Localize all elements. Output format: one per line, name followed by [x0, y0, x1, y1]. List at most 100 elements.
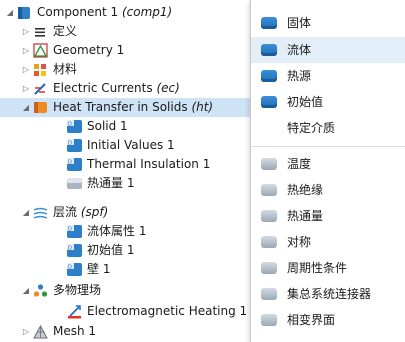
em-heating-icon: [66, 304, 82, 320]
solid-label: Solid 1: [87, 119, 128, 133]
geometry-icon: [32, 43, 48, 59]
menu-item-symmetry[interactable]: 对称: [251, 229, 405, 255]
model-tree: ◢ Component 1 (comp1) ▷ 定义 ▷ Geometry 1 …: [0, 0, 250, 342]
expand-arrow-icon[interactable]: ▷: [20, 22, 32, 41]
tree-node-laminar-flow[interactable]: ◢ 层流 (spf): [20, 203, 108, 222]
boundary-feature-icon: [261, 158, 277, 170]
electric-currents-label: Electric Currents: [53, 81, 153, 95]
tree-node-mesh[interactable]: ▷ Mesh 1: [20, 322, 96, 341]
definitions-label: 定义: [53, 24, 78, 38]
menu-item-label: 相变界面: [287, 313, 336, 327]
expand-arrow-icon[interactable]: ▷: [20, 79, 32, 98]
menu-item-lumped-connector[interactable]: 集总系统连接器: [251, 281, 405, 307]
tree-node-multiphysics[interactable]: ◢ 多物理场: [20, 281, 101, 300]
menu-separator: [251, 146, 405, 147]
menu-item-solid[interactable]: 固体: [251, 10, 405, 36]
menu-item-specific-media[interactable]: 特定介质: [251, 115, 405, 141]
collapse-arrow-icon[interactable]: ◢: [20, 203, 32, 222]
domain-node-icon: D: [66, 138, 82, 154]
laminar-flow-icon: [32, 205, 48, 221]
initial-values-cn-label: 初始值 1: [87, 243, 135, 257]
domain-node-icon: D: [66, 224, 82, 240]
menu-item-label: 热绝缘: [287, 183, 324, 197]
wall-label: 壁 1: [87, 262, 111, 276]
menu-item-label: 热源: [287, 69, 312, 83]
tree-node-definitions[interactable]: ▷ 定义: [20, 22, 77, 41]
expand-arrow-icon[interactable]: ▷: [20, 322, 32, 341]
menu-item-label: 周期性条件: [287, 261, 348, 275]
menu-item-phase-change-interface[interactable]: 相变界面: [251, 307, 405, 333]
svg-text:D: D: [68, 227, 72, 233]
electric-currents-icon: [32, 81, 48, 97]
expand-arrow-icon[interactable]: ▷: [20, 60, 32, 79]
tree-node-heat-flux[interactable]: 热通量 1: [66, 174, 134, 193]
component-label: Component 1: [37, 5, 119, 19]
boundary-feature-icon: [261, 210, 277, 222]
menu-item-periodic-condition[interactable]: 周期性条件: [251, 255, 405, 281]
domain-feature-icon: [261, 70, 277, 82]
menu-item-label: 温度: [287, 157, 312, 171]
laminar-flow-tag: (spf): [80, 205, 109, 219]
expand-arrow-icon[interactable]: ▷: [20, 41, 32, 60]
menu-item-initial-values[interactable]: 初始值: [251, 89, 405, 115]
svg-text:D: D: [68, 122, 72, 128]
context-menu: 固体 流体 热源 初始值 特定介质 温度 热绝缘 热通量 对称 周期性条件 集总…: [250, 0, 405, 342]
domain-feature-icon: [261, 96, 277, 108]
menu-item-label: 集总系统连接器: [287, 287, 372, 301]
menu-item-fluid[interactable]: 流体: [251, 37, 405, 63]
collapse-arrow-icon[interactable]: ◢: [20, 98, 32, 117]
domain-node-icon: D: [66, 119, 82, 135]
menu-item-heat-flux[interactable]: 热通量: [251, 203, 405, 229]
collapse-arrow-icon[interactable]: ◢: [4, 3, 16, 22]
tree-node-component[interactable]: ◢ Component 1 (comp1): [4, 3, 172, 22]
menu-item-label: 热通量: [287, 209, 324, 223]
svg-text:D: D: [68, 265, 72, 271]
menu-item-label: 流体: [287, 43, 312, 57]
menu-item-heat-source[interactable]: 热源: [251, 63, 405, 89]
svg-text:D: D: [68, 246, 72, 252]
heat-transfer-icon: [32, 100, 48, 116]
geometry-label: Geometry 1: [53, 43, 125, 57]
boundary-feature-icon: [261, 314, 277, 326]
tree-node-thermal-insulation[interactable]: D Thermal Insulation 1: [66, 155, 210, 174]
tree-node-initial-values-cn[interactable]: D 初始值 1: [66, 241, 134, 260]
tree-node-geometry[interactable]: ▷ Geometry 1: [20, 41, 124, 60]
boundary-node-icon: [66, 176, 82, 192]
materials-label: 材料: [53, 62, 78, 76]
tree-node-electric-currents[interactable]: ▷ Electric Currents (ec): [20, 79, 180, 98]
boundary-feature-icon: [261, 288, 277, 300]
svg-text:D: D: [68, 141, 72, 147]
fluid-properties-label: 流体属性 1: [87, 224, 147, 238]
multiphysics-icon: [32, 283, 48, 299]
menu-item-label: 特定介质: [287, 121, 336, 135]
menu-item-label: 对称: [287, 235, 312, 249]
domain-node-icon: D: [66, 243, 82, 259]
multiphysics-label: 多物理场: [53, 283, 102, 297]
laminar-flow-label: 层流: [53, 205, 78, 219]
tree-node-solid[interactable]: D Solid 1: [66, 117, 128, 136]
tree-node-wall[interactable]: D 壁 1: [66, 260, 110, 279]
menu-item-label: 初始值: [287, 95, 324, 109]
tree-node-materials[interactable]: ▷ 材料: [20, 60, 77, 79]
menu-item-thermal-insulation[interactable]: 热绝缘: [251, 177, 405, 203]
menu-item-label: 固体: [287, 16, 312, 30]
tree-node-initial-values[interactable]: D Initial Values 1: [66, 136, 175, 155]
domain-feature-icon: [261, 44, 277, 56]
component-icon: [16, 5, 32, 21]
tree-node-fluid-properties[interactable]: D 流体属性 1: [66, 222, 146, 241]
tree-node-em-heating[interactable]: Electromagnetic Heating 1: [66, 302, 247, 321]
domain-node-icon: D: [66, 262, 82, 278]
boundary-feature-icon: [261, 262, 277, 274]
thermal-insulation-label: Thermal Insulation 1: [87, 157, 211, 171]
definitions-icon: [32, 24, 48, 40]
heat-transfer-label: Heat Transfer in Solids: [53, 100, 188, 114]
collapse-arrow-icon[interactable]: ◢: [20, 281, 32, 300]
heat-flux-label: 热通量 1: [87, 176, 135, 190]
em-heating-label: Electromagnetic Heating 1: [87, 304, 248, 318]
mesh-label: Mesh 1: [53, 324, 97, 338]
heat-transfer-tag: (ht): [191, 100, 214, 114]
menu-item-temperature[interactable]: 温度: [251, 151, 405, 177]
domain-feature-icon: [261, 17, 277, 29]
electric-currents-tag: (ec): [156, 81, 180, 95]
tree-node-heat-transfer[interactable]: ◢ Heat Transfer in Solids (ht): [0, 98, 250, 117]
